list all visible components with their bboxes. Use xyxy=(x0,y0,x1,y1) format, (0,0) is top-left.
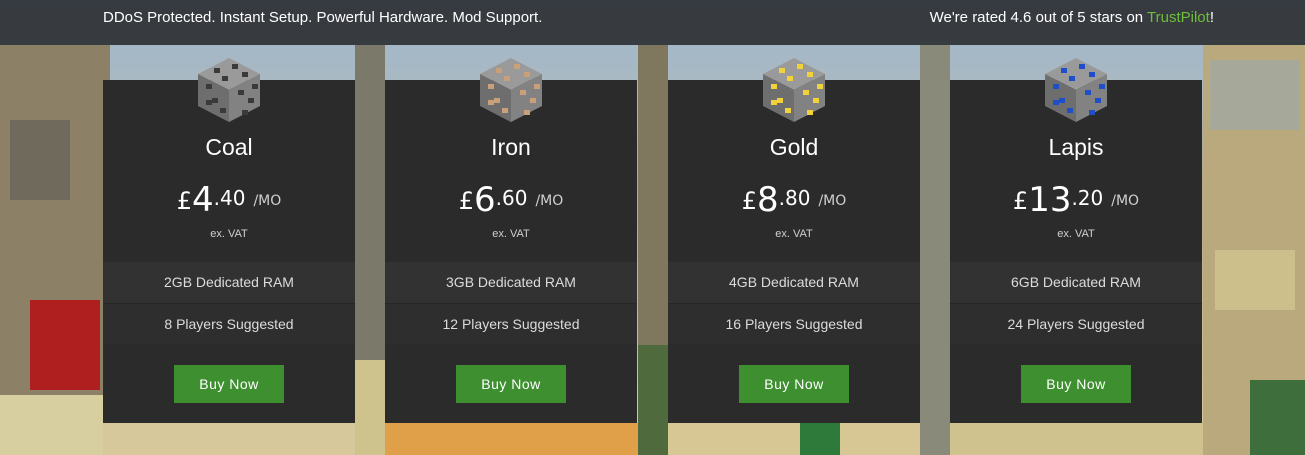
buy-now-button[interactable]: Buy Now xyxy=(739,365,849,403)
plan-price: £6.60/MO xyxy=(385,180,637,220)
feature-ram: 4GB Dedicated RAM xyxy=(668,262,920,303)
lapis-ore-icon xyxy=(1045,58,1107,122)
plan-price: £8.80/MO xyxy=(668,180,920,220)
feature-ram: 2GB Dedicated RAM xyxy=(103,262,355,303)
currency-symbol: £ xyxy=(1012,187,1029,215)
price-cents: .80 xyxy=(778,186,811,210)
price-whole: 8 xyxy=(757,180,779,220)
plan-card-lapis: Lapis £13.20/MO ex. VAT 6GB Dedicated RA… xyxy=(950,58,1202,423)
buy-now-button[interactable]: Buy Now xyxy=(1021,365,1131,403)
iron-ore-icon xyxy=(480,58,542,122)
price-whole: 13 xyxy=(1028,180,1072,220)
plan-card-iron: Iron £6.60/MO ex. VAT 3GB Dedicated RAM … xyxy=(385,58,637,423)
feature-players: 12 Players Suggested xyxy=(385,303,637,344)
price-cents: .40 xyxy=(213,186,246,210)
plan-card-gold: Gold £8.80/MO ex. VAT 4GB Dedicated RAM … xyxy=(668,58,920,423)
vat-note: ex. VAT xyxy=(1057,228,1095,240)
currency-symbol: £ xyxy=(176,187,192,215)
plan-price: £4.40/MO xyxy=(103,180,355,220)
plan-price: £13.20/MO xyxy=(950,180,1202,220)
price-period: /MO xyxy=(1111,193,1140,209)
plan-name: Gold xyxy=(769,134,819,160)
plan-name: Iron xyxy=(491,134,531,160)
currency-symbol: £ xyxy=(741,187,757,215)
price-cents: .60 xyxy=(495,186,528,210)
price-whole: 6 xyxy=(474,180,496,220)
price-period: /MO xyxy=(818,193,847,209)
price-period: /MO xyxy=(253,193,282,209)
feature-players: 24 Players Suggested xyxy=(950,303,1202,344)
gold-ore-icon xyxy=(763,58,825,122)
plan-card-coal: Coal £4.40/MO ex. VAT 2GB Dedicated RAM … xyxy=(103,58,355,423)
buy-now-button[interactable]: Buy Now xyxy=(174,365,284,403)
feature-players: 8 Players Suggested xyxy=(103,303,355,344)
price-period: /MO xyxy=(535,193,564,209)
plan-name: Coal xyxy=(205,134,253,160)
tagline: DDoS Protected. Instant Setup. Powerful … xyxy=(103,9,543,26)
feature-ram: 6GB Dedicated RAM xyxy=(950,262,1202,303)
plan-name: Lapis xyxy=(1048,134,1104,160)
vat-note: ex. VAT xyxy=(492,228,530,240)
vat-note: ex. VAT xyxy=(775,228,813,240)
vat-note: ex. VAT xyxy=(210,228,248,240)
buy-now-button[interactable]: Buy Now xyxy=(456,365,566,403)
trustpilot-link[interactable]: TrustPilot xyxy=(1147,9,1210,26)
currency-symbol: £ xyxy=(458,187,474,215)
feature-players: 16 Players Suggested xyxy=(668,303,920,344)
price-cents: .20 xyxy=(1071,186,1104,210)
top-bar: DDoS Protected. Instant Setup. Powerful … xyxy=(0,0,1305,45)
feature-ram: 3GB Dedicated RAM xyxy=(385,262,637,303)
coal-ore-icon xyxy=(198,58,260,122)
rating-text: We're rated 4.6 out of 5 stars on TrustP… xyxy=(929,9,1214,26)
price-whole: 4 xyxy=(192,180,214,220)
